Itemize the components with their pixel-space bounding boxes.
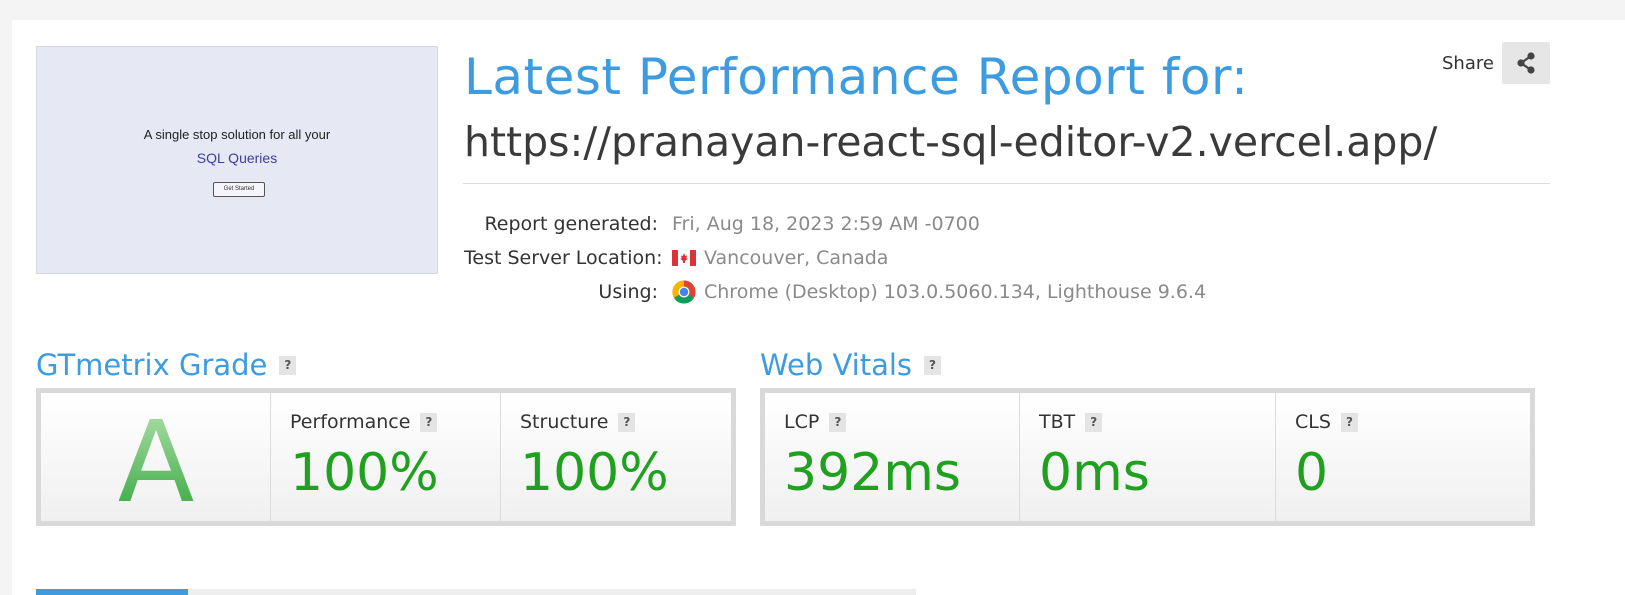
share-button[interactable] <box>1501 42 1550 84</box>
tbt-help-button[interactable]: ? <box>1085 412 1103 432</box>
report-generated-row: Report generated: Fri, Aug 18, 2023 2:59… <box>464 207 1364 241</box>
structure-label-row: Structure ? <box>520 411 636 433</box>
page-title: Latest Performance Report for: <box>464 48 1249 106</box>
report-generated-value: Fri, Aug 18, 2023 2:59 AM -0700 <box>672 213 980 235</box>
location-text: Vancouver, Canada <box>704 247 889 269</box>
lcp-value: 392ms <box>784 443 961 503</box>
cls-label: CLS <box>1295 411 1331 433</box>
site-screenshot-thumbnail[interactable]: A single stop solution for all your SQL … <box>36 46 438 274</box>
structure-value: 100% <box>520 443 669 503</box>
tbt-label-row: TBT ? <box>1039 411 1103 433</box>
tbt-cell: TBT ? 0ms <box>1020 393 1276 521</box>
performance-value: 100% <box>290 443 439 503</box>
vitals-help-button[interactable]: ? <box>924 355 942 375</box>
performance-help-button[interactable]: ? <box>420 412 438 432</box>
structure-help-button[interactable]: ? <box>618 412 636 432</box>
thumbnail-tagline: A single stop solution for all your <box>143 127 331 142</box>
report-generated-label: Report generated: <box>484 213 658 235</box>
cls-cell: CLS ? 0 <box>1276 393 1530 521</box>
gtmetrix-grade-title: GTmetrix Grade ? <box>36 348 297 382</box>
using-row: Using: Chrome (Desktop) 103.0.5060.134, … <box>464 275 1364 309</box>
share-label[interactable]: Share <box>1442 53 1494 74</box>
grade-help-button[interactable]: ? <box>279 355 297 375</box>
report-url: https://pranayan-react-sql-editor-v2.ver… <box>464 118 1438 166</box>
thumbnail-heading: SQL Queries <box>196 150 278 166</box>
using-label: Using: <box>598 281 658 303</box>
lcp-cell: LCP ? 392ms <box>765 393 1020 521</box>
chrome-icon <box>672 280 696 304</box>
web-vitals-heading: Web Vitals <box>760 348 913 382</box>
grade-letter-cell: A <box>41 393 271 521</box>
web-vitals-panel: LCP ? 392ms TBT ? 0ms CLS ? 0 <box>760 388 1535 526</box>
share-control[interactable]: Share <box>1442 42 1550 84</box>
cls-label-row: CLS ? <box>1295 411 1358 433</box>
thumbnail-get-started-button: Get Started <box>213 182 265 197</box>
active-tab-indicator[interactable] <box>36 589 188 595</box>
structure-cell: Structure ? 100% <box>501 393 731 521</box>
canada-flag-icon <box>672 250 696 266</box>
performance-label-row: Performance ? <box>290 411 438 433</box>
location-value: Vancouver, Canada <box>672 247 888 269</box>
using-value: Chrome (Desktop) 103.0.5060.134, Lightho… <box>672 280 1206 304</box>
lcp-help-button[interactable]: ? <box>829 412 847 432</box>
cls-value: 0 <box>1295 443 1329 503</box>
structure-label: Structure <box>520 411 609 433</box>
tbt-value: 0ms <box>1039 443 1150 503</box>
report-meta: Report generated: Fri, Aug 18, 2023 2:59… <box>464 207 1364 309</box>
tbt-label: TBT <box>1039 411 1076 433</box>
lcp-label-row: LCP ? <box>784 411 847 433</box>
performance-label: Performance <box>290 411 411 433</box>
gtmetrix-grade-heading: GTmetrix Grade <box>36 348 268 382</box>
location-label: Test Server Location: <box>464 247 663 269</box>
svg-text:A: A <box>117 407 194 507</box>
location-row: Test Server Location: Vancouver, Canada <box>464 241 1364 275</box>
lcp-label: LCP <box>784 411 820 433</box>
gtmetrix-grade-panel: A Performance ? 100% Structure ? 100% <box>36 388 736 526</box>
web-vitals-title: Web Vitals ? <box>760 348 942 382</box>
share-icon <box>1517 52 1535 74</box>
cls-help-button[interactable]: ? <box>1340 412 1358 432</box>
report-generated-text: Fri, Aug 18, 2023 2:59 AM -0700 <box>672 213 980 235</box>
performance-cell: Performance ? 100% <box>271 393 501 521</box>
grade-a-letter: A <box>117 407 194 507</box>
using-text: Chrome (Desktop) 103.0.5060.134, Lightho… <box>704 281 1207 303</box>
header-divider <box>463 183 1550 184</box>
report-page: A single stop solution for all your SQL … <box>12 20 1625 595</box>
